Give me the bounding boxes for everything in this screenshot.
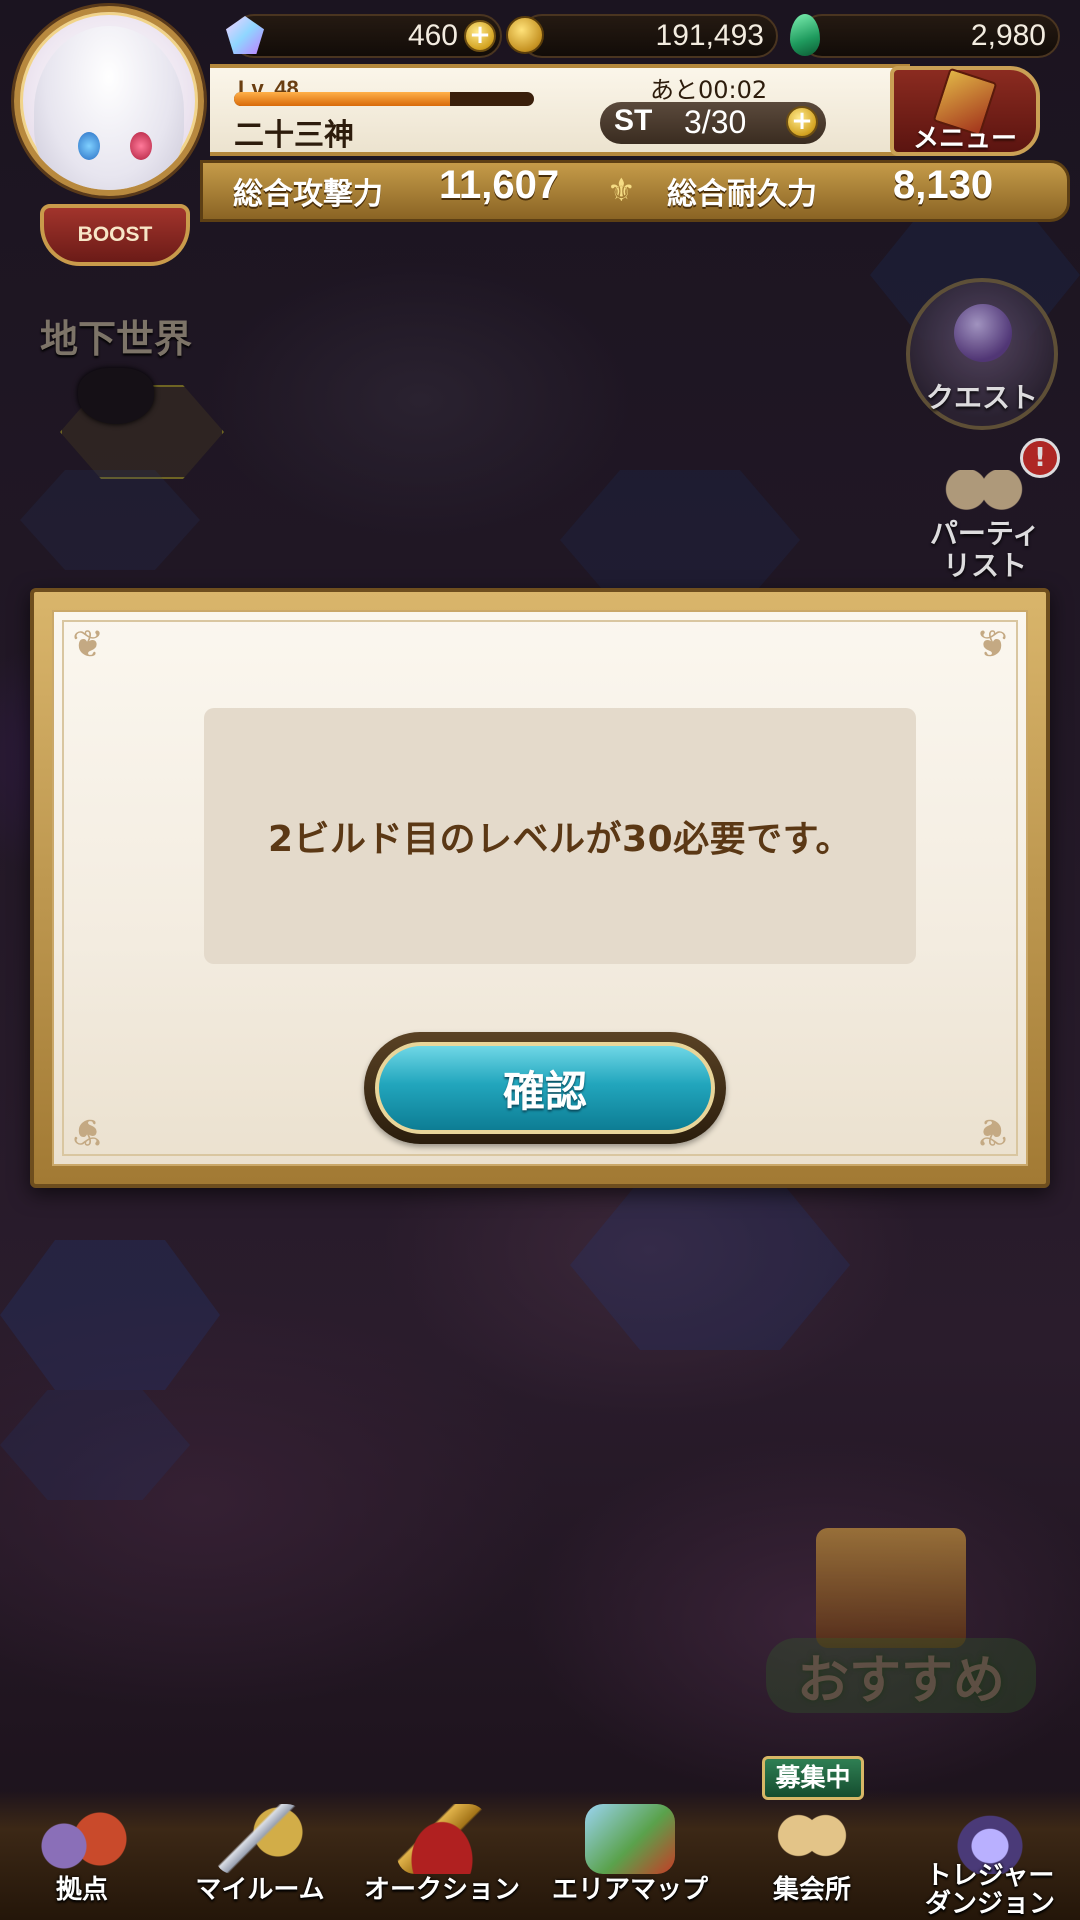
dialog-body: ❦ ❦ ❦ ❦ 2ビルド目のレベルが30必要です。 確認 [52, 610, 1028, 1166]
level-requirement-dialog: ❦ ❦ ❦ ❦ 2ビルド目のレベルが30必要です。 確認 [30, 588, 1050, 1188]
confirm-button-face: 確認 [375, 1042, 715, 1134]
dialog-message: 2ビルド目のレベルが30必要です。 [267, 819, 853, 860]
confirm-button[interactable]: 確認 [364, 1032, 726, 1144]
corner-ornament-icon: ❦ [976, 622, 1008, 666]
corner-ornament-icon: ❦ [976, 1110, 1008, 1154]
corner-ornament-icon: ❦ [72, 622, 104, 666]
corner-ornament-icon: ❦ [72, 1110, 104, 1154]
dialog-overlay: ❦ ❦ ❦ ❦ 2ビルド目のレベルが30必要です。 確認 [0, 0, 1080, 1920]
message-box: 2ビルド目のレベルが30必要です。 [204, 708, 916, 964]
confirm-label: 確認 [502, 1066, 587, 1116]
